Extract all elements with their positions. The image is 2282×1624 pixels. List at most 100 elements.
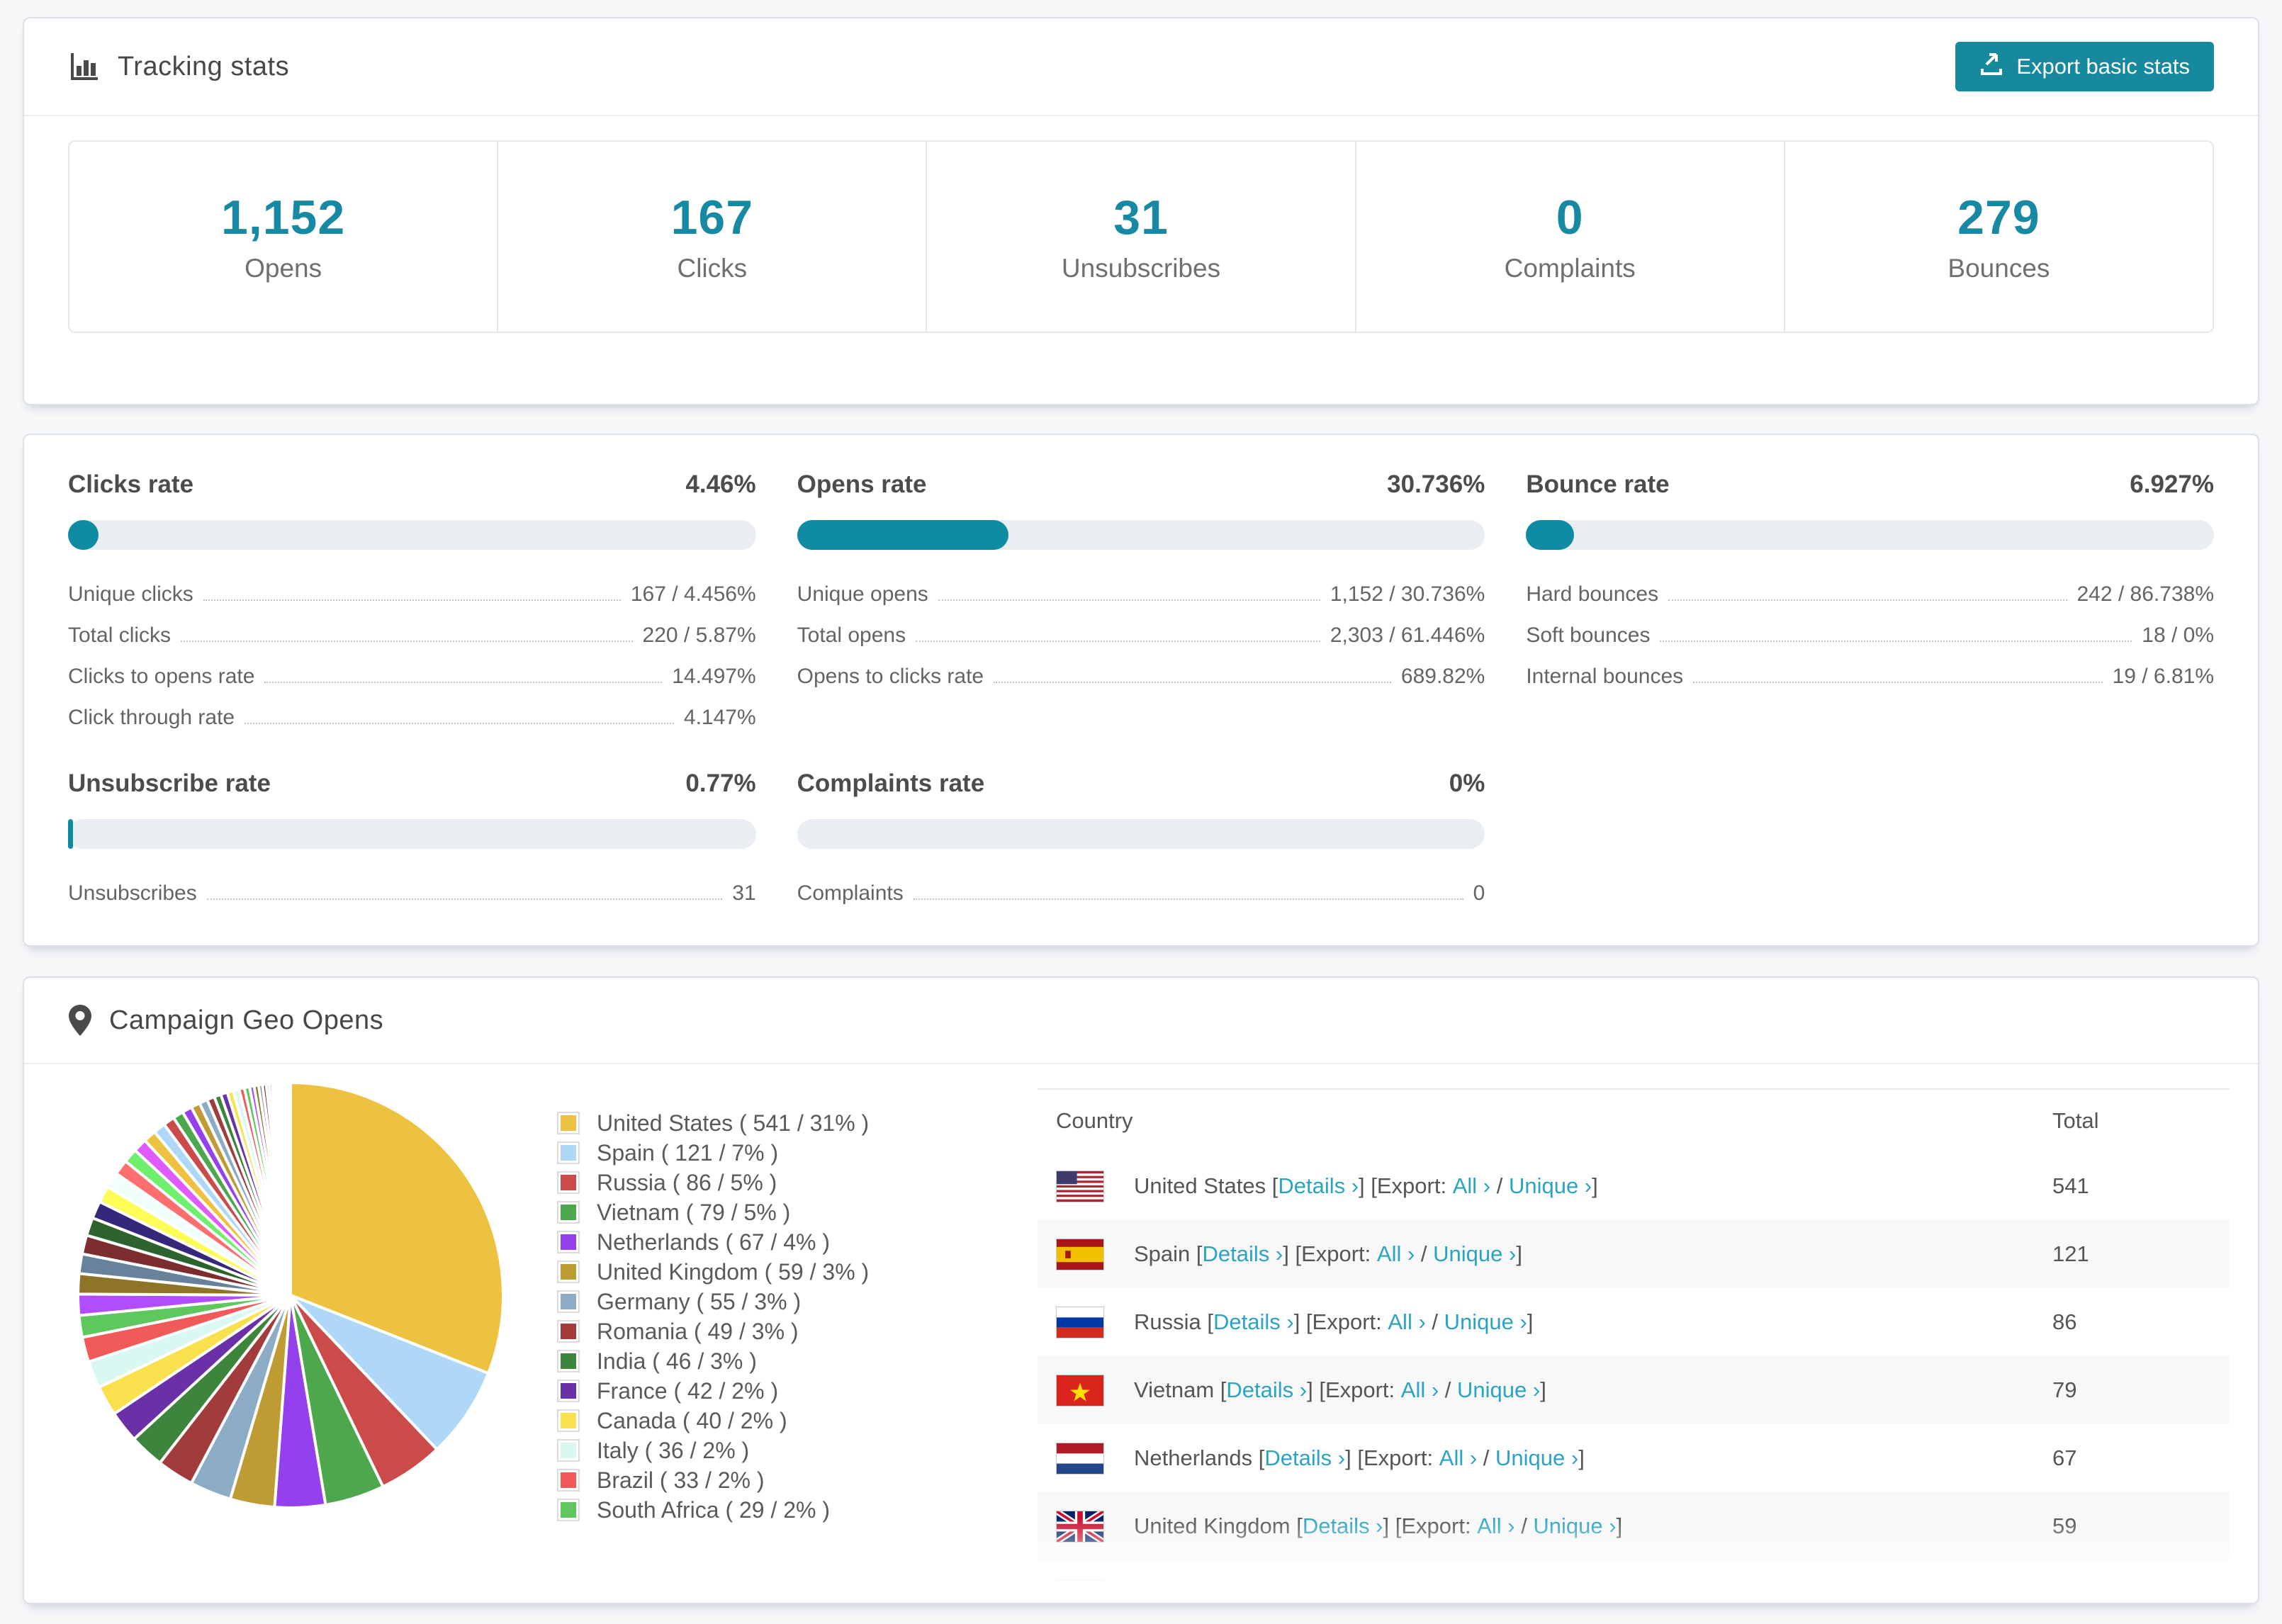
- legend-label: Romania ( 49 / 3% ): [597, 1318, 799, 1344]
- legend-swatch: [557, 1171, 580, 1194]
- geo-table-row: United States [Details ›] [Export: All ›…: [1038, 1152, 2230, 1220]
- geo-table-row: Germany [Details ›] [Export: All › / Uni…: [1038, 1560, 2230, 1604]
- details-link[interactable]: Details ›: [1226, 1377, 1307, 1403]
- rate-row-value: 18 / 0%: [2142, 624, 2214, 647]
- stat-cell-clicks: 167 Clicks: [498, 142, 928, 332]
- export-unique-link[interactable]: Unique ›: [1457, 1377, 1540, 1403]
- country-total: 55: [2052, 1581, 2077, 1604]
- legend-item: South Africa ( 29 / 2% ): [557, 1495, 954, 1525]
- dotted-leader: [938, 599, 1320, 601]
- progress-bar: [797, 819, 1485, 849]
- progress-bar-fill: [1526, 520, 1574, 550]
- tracking-stats-title: Tracking stats: [68, 50, 289, 83]
- export-icon: [1979, 52, 2003, 81]
- rate-block: Clicks rate 4.46% Unique clicks 167 / 4.…: [68, 470, 756, 730]
- rate-value: 0.77%: [685, 769, 756, 797]
- geo-table-row: United Kingdom [Details ›] [Export: All …: [1038, 1492, 2230, 1560]
- rate-title: Unsubscribe rate: [68, 769, 271, 797]
- export-all-link[interactable]: All ›: [1388, 1309, 1425, 1335]
- country-name: Spain: [1134, 1241, 1196, 1266]
- rate-row-value: 0: [1473, 881, 1485, 905]
- details-link[interactable]: Details ›: [1264, 1445, 1345, 1471]
- stat-label: Unsubscribes: [1061, 254, 1221, 283]
- rate-row-value: 14.497%: [672, 665, 756, 688]
- legend-swatch: [557, 1469, 580, 1492]
- export-all-link[interactable]: All ›: [1439, 1445, 1477, 1471]
- stat-cell-bounces: 279 Bounces: [1785, 142, 2213, 332]
- rate-row-value: 4.147%: [683, 706, 756, 729]
- rate-row-value: 31: [732, 881, 756, 905]
- rate-row: Opens to clicks rate 689.82%: [797, 648, 1485, 689]
- flag-icon-gb: [1056, 1510, 1104, 1543]
- country-name: United Kingdom: [1134, 1513, 1297, 1538]
- details-link[interactable]: Details ›: [1237, 1581, 1317, 1603]
- geo-table-row: Netherlands [Details ›] [Export: All › /…: [1038, 1424, 2230, 1492]
- legend-swatch: [557, 1499, 580, 1521]
- legend-label: Canada ( 40 / 2% ): [597, 1407, 787, 1433]
- export-all-link[interactable]: All ›: [1453, 1173, 1490, 1199]
- export-basic-stats-button[interactable]: Export basic stats: [1955, 42, 2214, 91]
- dotted-leader: [206, 898, 723, 900]
- details-link[interactable]: Details ›: [1303, 1513, 1383, 1539]
- pie-slice: [288, 1081, 292, 1297]
- geo-pie-legend: United States ( 541 / 31% ) Spain ( 121 …: [557, 1108, 954, 1525]
- flag-icon-nl: [1056, 1442, 1104, 1474]
- legend-label: Spain ( 121 / 7% ): [597, 1139, 779, 1166]
- rate-block: Opens rate 30.736% Unique opens 1,152 / …: [797, 470, 1485, 730]
- country-total: 67: [2052, 1445, 2077, 1470]
- legend-swatch: [557, 1409, 580, 1432]
- bar-chart-icon: [68, 50, 101, 83]
- country-name: United States: [1134, 1173, 1272, 1198]
- rate-row-value: 1,152 / 30.736%: [1330, 582, 1485, 606]
- rate-row-value: 19 / 6.81%: [2112, 665, 2214, 688]
- geo-title-text: Campaign Geo Opens: [109, 1005, 384, 1035]
- geo-body: United States ( 541 / 31% ) Spain ( 121 …: [24, 1064, 2258, 1604]
- details-link[interactable]: Details ›: [1278, 1173, 1359, 1199]
- rate-row-value: 242 / 86.738%: [2076, 582, 2215, 606]
- dotted-leader: [913, 898, 1463, 900]
- country-name: Russia: [1134, 1309, 1208, 1334]
- legend-swatch: [557, 1141, 580, 1164]
- progress-bar-fill: [68, 520, 99, 550]
- dotted-leader: [916, 641, 1320, 642]
- rate-value: 4.46%: [685, 470, 756, 498]
- export-all-link[interactable]: All ›: [1411, 1581, 1449, 1603]
- details-link[interactable]: Details ›: [1203, 1241, 1283, 1267]
- export-unique-link[interactable]: Unique ›: [1495, 1445, 1578, 1471]
- rate-row-label: Unique opens: [797, 582, 928, 606]
- export-unique-link[interactable]: Unique ›: [1533, 1513, 1616, 1539]
- export-unique-link[interactable]: Unique ›: [1509, 1173, 1592, 1199]
- export-all-link[interactable]: All ›: [1401, 1377, 1439, 1403]
- geo-table-row: Russia [Details ›] [Export: All › / Uniq…: [1038, 1288, 2230, 1356]
- rate-title: Opens rate: [797, 470, 927, 498]
- legend-swatch: [557, 1231, 580, 1253]
- export-unique-link[interactable]: Unique ›: [1433, 1241, 1516, 1267]
- country-total: 121: [2052, 1241, 2089, 1266]
- details-link[interactable]: Details ›: [1213, 1309, 1294, 1335]
- export-all-link[interactable]: All ›: [1377, 1241, 1415, 1267]
- legend-swatch: [557, 1112, 580, 1134]
- rate-value: 6.927%: [2130, 470, 2214, 498]
- legend-item: United States ( 541 / 31% ): [557, 1108, 954, 1138]
- legend-label: Germany ( 55 / 3% ): [597, 1288, 802, 1314]
- country-total: 59: [2052, 1513, 2077, 1538]
- legend-item: Romania ( 49 / 3% ): [557, 1316, 954, 1346]
- geo-table-row: Spain [Details ›] [Export: All › / Uniqu…: [1038, 1220, 2230, 1288]
- dotted-leader: [994, 682, 1391, 683]
- rates-grid: Clicks rate 4.46% Unique clicks 167 / 4.…: [68, 470, 2214, 906]
- export-unique-link[interactable]: Unique ›: [1467, 1581, 1550, 1603]
- stat-cell-complaints: 0 Complaints: [1356, 142, 1785, 332]
- tracking-stats-header: Tracking stats Export basic stats: [24, 18, 2258, 116]
- export-unique-link[interactable]: Unique ›: [1444, 1309, 1527, 1335]
- rate-title: Bounce rate: [1526, 470, 1670, 498]
- export-all-link[interactable]: All ›: [1477, 1513, 1514, 1539]
- rate-row: Clicks to opens rate 14.497%: [68, 648, 756, 689]
- progress-bar: [68, 819, 756, 849]
- rate-row: Click through rate 4.147%: [68, 689, 756, 730]
- dotted-leader: [181, 641, 633, 642]
- progress-bar: [1526, 520, 2214, 550]
- country-name: Germany: [1134, 1581, 1231, 1604]
- rate-row: Unsubscribes 31: [68, 864, 756, 906]
- rate-row-label: Unique clicks: [68, 582, 193, 606]
- geo-pie-chart: [64, 1068, 517, 1522]
